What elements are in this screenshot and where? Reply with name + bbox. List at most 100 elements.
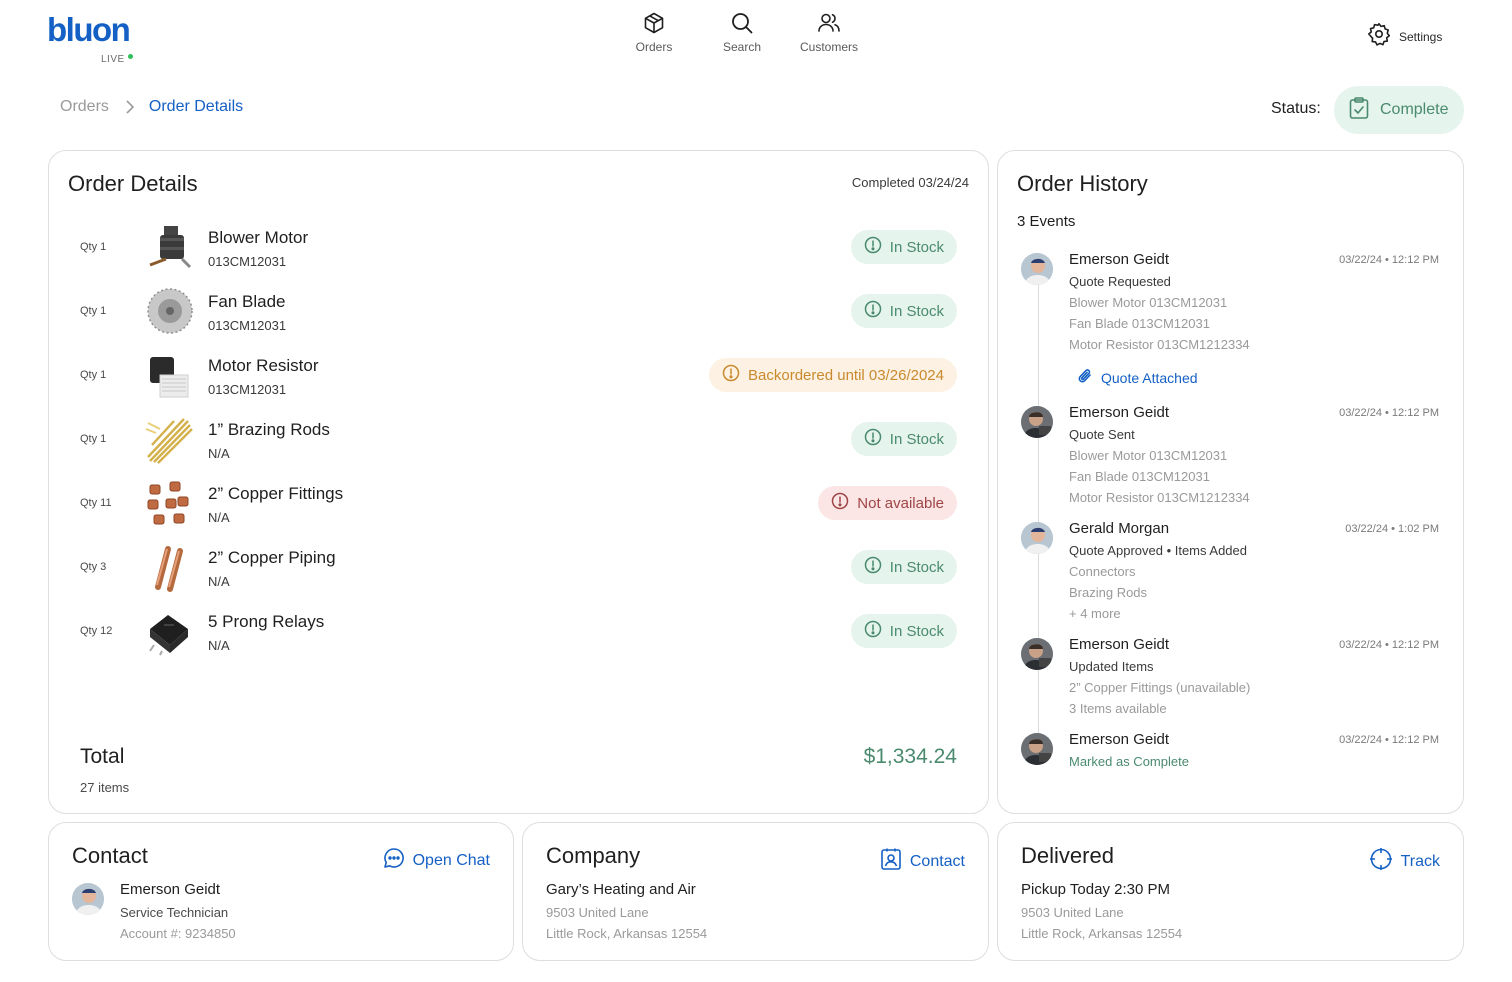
info-icon (864, 428, 882, 450)
nav-orders[interactable]: Orders (609, 10, 699, 54)
avatar (1021, 253, 1053, 285)
info-icon (864, 620, 882, 642)
event-action: Quote Approved • Items Added (1069, 543, 1248, 558)
item-thumbnail (144, 543, 194, 593)
item-qty: Qty 1 (80, 241, 107, 253)
clipboard-check-icon (1348, 96, 1370, 125)
order-details-title: Order Details (68, 171, 198, 196)
item-qty: Qty 12 (80, 625, 113, 637)
event-detail: + 4 more (1069, 606, 1121, 621)
event-detail: Blower Motor 013CM12031 (1069, 448, 1228, 463)
bluon-live-logo[interactable]: bluon LIVE (47, 11, 147, 65)
item-name: Fan Blade (208, 292, 286, 311)
item-status-badge: In Stock (850, 550, 957, 584)
event-timestamp: 03/22/24 • 1:02 PM (1345, 523, 1439, 535)
open-chat-label: Open Chat (412, 851, 490, 869)
history-event-count: 3 Events (1017, 213, 1076, 230)
logo-subtitle: LIVE (101, 54, 125, 65)
order-item-row[interactable]: Qty 12 5 Prong Relays N/A In Stock (49, 607, 988, 671)
event-timestamp: 03/22/24 • 12:12 PM (1339, 639, 1439, 651)
pickup-time: Pickup Today 2:30 PM (1021, 881, 1170, 898)
quote-attached-link[interactable]: Quote Attached (1077, 367, 1198, 388)
item-sku: N/A (208, 446, 230, 461)
open-chat-button[interactable]: Open Chat (383, 847, 490, 874)
delivered-title: Delivered (1021, 843, 1114, 868)
order-history-title: Order History (1017, 171, 1148, 196)
breadcrumb-orders-link[interactable]: Orders (60, 98, 109, 116)
company-card: Company Contact Gary’s Heating and Air 9… (522, 822, 989, 961)
item-qty: Qty 3 (80, 561, 107, 573)
item-status-badge: Backordered until 03/26/2024 (709, 358, 957, 392)
item-thumbnail (144, 351, 194, 401)
info-icon (864, 236, 882, 258)
event-detail: Blower Motor 013CM12031 (1069, 295, 1228, 310)
avatar (1021, 733, 1053, 765)
box-icon (641, 10, 667, 36)
order-item-row[interactable]: Qty 11 2” Copper Fittings N/A Not available (49, 479, 988, 543)
info-icon (864, 556, 882, 578)
item-thumbnail (144, 479, 194, 529)
item-status-text: In Stock (889, 238, 944, 256)
avatar (1021, 522, 1053, 554)
total-label: Total (80, 745, 125, 768)
status-label: Status: (1271, 100, 1321, 117)
track-button[interactable]: Track (1369, 847, 1440, 876)
order-history-card: Order History 3 Events Emerson Geidt 03/2… (997, 150, 1464, 814)
order-item-row[interactable]: Qty 1 Blower Motor 013CM12031 In Stock (49, 223, 988, 287)
event-user: Emerson Geidt (1069, 404, 1170, 421)
order-details-card: Order Details Completed 03/24/24 Qty 1 Bl… (48, 150, 989, 814)
item-status-badge: In Stock (850, 614, 957, 648)
total-items-count: 27 items (80, 780, 130, 795)
item-name: 5 Prong Relays (208, 612, 325, 631)
delivered-card: Delivered Track Pickup Today 2:30 PM 950… (997, 822, 1464, 961)
info-icon (722, 364, 740, 386)
status-value: Complete (1380, 101, 1449, 118)
timeline-line (1038, 276, 1039, 746)
order-item-row[interactable]: Qty 1 Fan Blade 013CM12031 In Stock (49, 287, 988, 351)
event-user: Emerson Geidt (1069, 731, 1170, 748)
item-sku: N/A (208, 574, 230, 589)
order-item-row[interactable]: Qty 1 Motor Resistor 013CM12031 Backordered… (49, 351, 988, 415)
item-qty: Qty 1 (80, 369, 107, 381)
item-qty: Qty 1 (80, 305, 107, 317)
avatar (72, 883, 104, 915)
item-status-badge: In Stock (850, 230, 957, 264)
settings-label: Settings (1399, 29, 1443, 44)
nav-search-label: Search (722, 40, 762, 54)
track-label: Track (1400, 852, 1440, 870)
company-title: Company (546, 843, 641, 868)
breadcrumb-current: Order Details (148, 98, 244, 115)
company-contact-button[interactable]: Contact (880, 847, 965, 876)
item-name: 2” Copper Fittings (208, 484, 344, 503)
order-item-row[interactable]: Qty 1 1” Brazing Rods N/A In Stock (49, 415, 988, 479)
nav-customers-label: Customers (799, 40, 858, 54)
status-badge: Complete (1334, 86, 1464, 134)
item-thumbnail (144, 223, 194, 273)
settings-button[interactable]: Settings (1367, 22, 1442, 51)
item-status-text: Backordered until 03/26/2024 (748, 366, 944, 384)
contact-name: Emerson Geidt (120, 881, 221, 898)
logo-wordmark: bluon (47, 11, 131, 48)
contact-card-icon (880, 847, 902, 876)
item-status-text: In Stock (889, 430, 944, 448)
search-icon (729, 10, 755, 36)
chevron-right-icon (125, 100, 135, 114)
info-icon (864, 300, 882, 322)
logo-dot (128, 54, 133, 59)
event-user: Gerald Morgan (1069, 520, 1170, 537)
paperclip-icon (1077, 367, 1093, 388)
nav-search[interactable]: Search (697, 10, 787, 54)
company-contact-label: Contact (909, 852, 965, 870)
crosshair-icon (1369, 847, 1393, 876)
event-action: Quote Requested (1069, 274, 1171, 289)
contact-role: Service Technician (120, 905, 229, 920)
company-address-line2: Little Rock, Arkansas 12554 (546, 926, 708, 941)
order-item-row[interactable]: Qty 3 2” Copper Piping N/A In Stock (49, 543, 988, 607)
item-qty: Qty 1 (80, 433, 107, 445)
event-action: Marked as Complete (1069, 754, 1189, 769)
event-detail: 2” Copper Fittings (unavailable) (1069, 680, 1251, 695)
total-amount: $1,334.24 (863, 745, 957, 768)
nav-customers[interactable]: Customers (784, 10, 874, 54)
item-status-badge: In Stock (850, 422, 957, 456)
item-status-badge: In Stock (850, 294, 957, 328)
